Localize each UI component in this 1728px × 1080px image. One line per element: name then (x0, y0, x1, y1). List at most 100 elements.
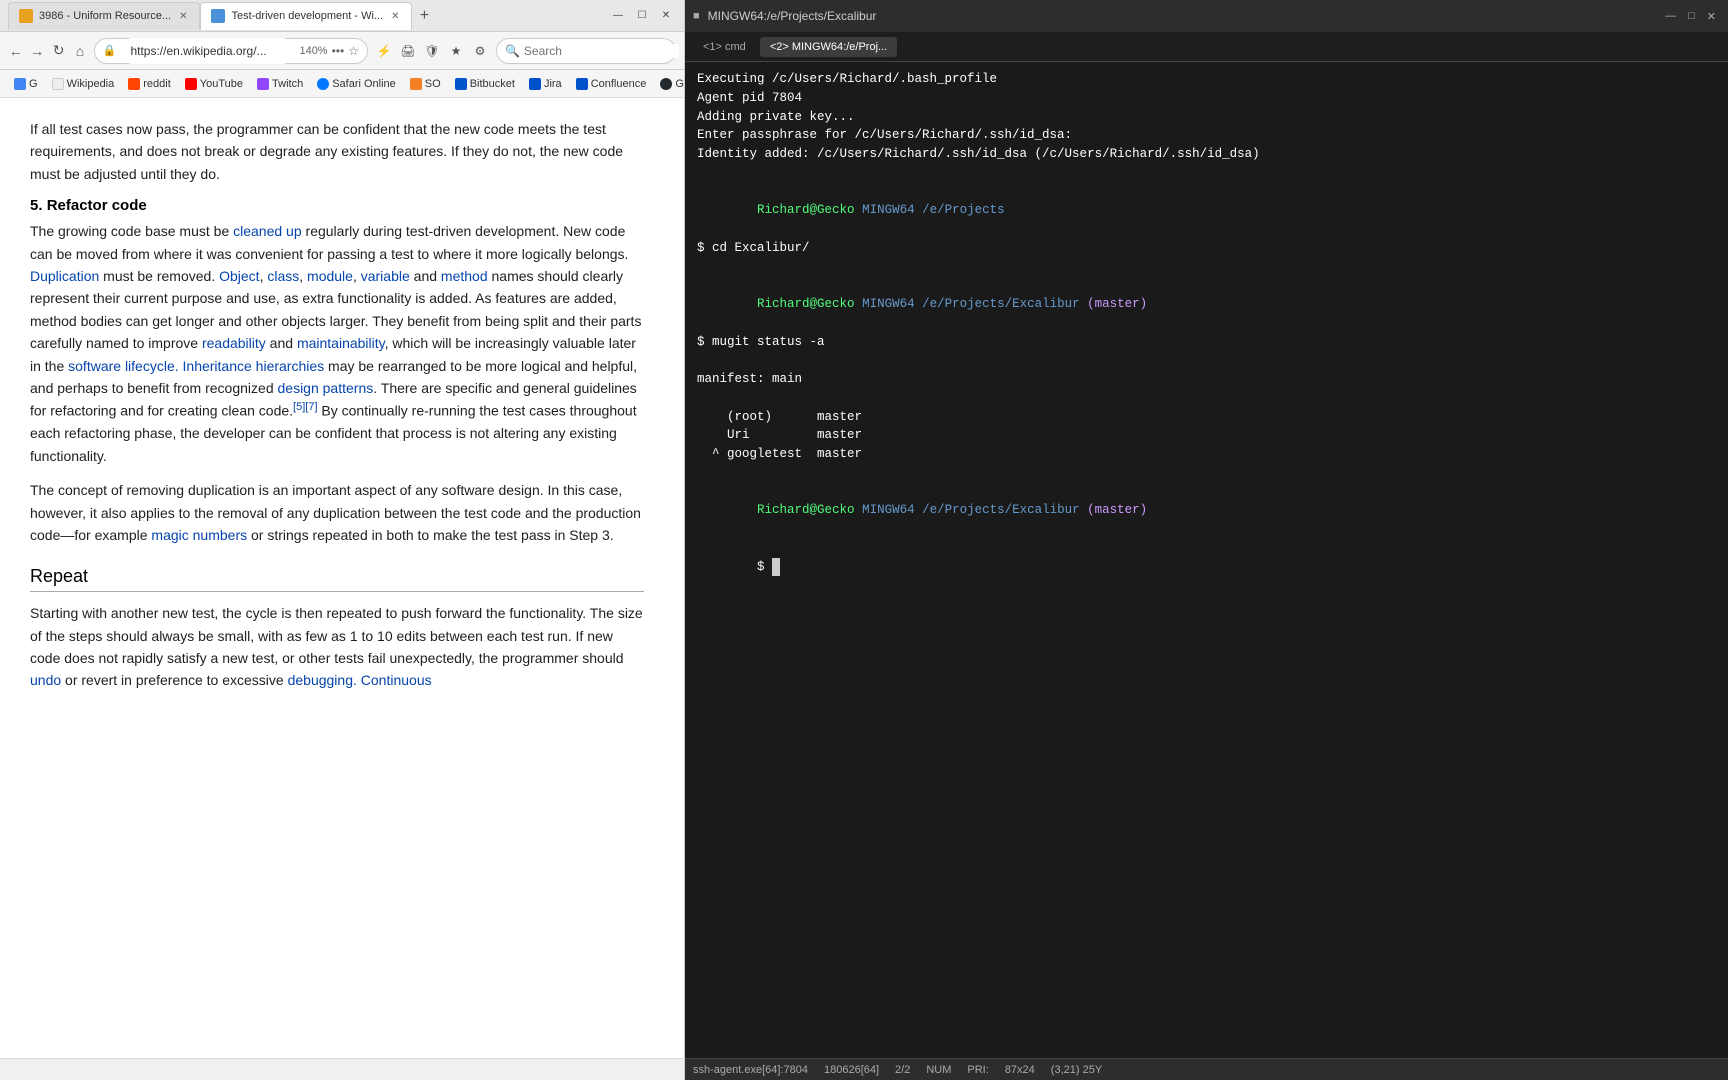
term-tab-mingw-label: <2> MINGW64:/e/Proj... (770, 41, 887, 53)
bookmark-twitch[interactable]: Twitch (251, 75, 309, 93)
link-duplication[interactable]: Duplication (30, 268, 99, 284)
term-tab-cmd-label: <1> cmd (703, 41, 746, 53)
bookmark-google[interactable]: G (8, 75, 44, 93)
link-cleaned-up[interactable]: cleaned up (233, 223, 302, 239)
bookmark-icon[interactable]: ☆ (348, 44, 359, 58)
link-object[interactable]: Object (219, 268, 259, 284)
address-bar-container[interactable]: 🔒 140% ••• ☆ (94, 38, 368, 64)
link-maintainability[interactable]: maintainability (297, 335, 385, 351)
more-icon[interactable]: ••• (332, 44, 345, 58)
term-prompt-2: Richard@Gecko MINGW64 /e/Projects/Excali… (697, 276, 1716, 332)
terminal-title-text: MINGW64:/e/Projects/Excalibur (708, 9, 1653, 23)
bookmark-youtube[interactable]: YouTube (179, 75, 249, 93)
refresh-button[interactable]: ↻ (51, 39, 66, 63)
status-agent: ssh-agent.exe[64]:7804 (693, 1064, 808, 1076)
close-button[interactable]: ✕ (656, 6, 676, 26)
tab-title-1: 3986 - Uniform Resource... (39, 10, 171, 22)
section-5: 5. Refactor code The growing code base m… (30, 197, 644, 546)
link-variable[interactable]: variable (361, 268, 410, 284)
term-line-5: Identity added: /c/Users/Richard/.ssh/id… (697, 145, 1716, 164)
term-tab-mingw[interactable]: <2> MINGW64:/e/Proj... (760, 37, 897, 57)
tab-close-2[interactable]: ✕ (389, 9, 401, 24)
link-continuous[interactable]: Continuous (361, 672, 432, 688)
term-status-googletest: ^ googletest master (697, 445, 1716, 464)
term-close[interactable]: ✕ (1703, 8, 1720, 25)
term-manifest: manifest: main (697, 370, 1716, 389)
link-undo[interactable]: undo (30, 672, 61, 688)
section5-para2: The concept of removing duplication is a… (30, 479, 644, 546)
term-icon: ■ (693, 10, 700, 22)
forward-button[interactable]: → (29, 39, 44, 63)
status-session: 2/2 (895, 1064, 910, 1076)
term-line-blank4 (697, 389, 1716, 408)
safari-label: Safari Online (332, 78, 396, 90)
bookmark-github[interactable]: GitHub (654, 75, 684, 93)
star-icon[interactable]: ★ (446, 41, 466, 61)
term-prompt-3: Richard@Gecko MINGW64 /e/Projects/Excali… (697, 483, 1716, 539)
bookmark-wikipedia[interactable]: Wikipedia (46, 75, 121, 93)
title-bar: 3986 - Uniform Resource... ✕ Test-driven… (0, 0, 684, 32)
github-icon[interactable]: ⚙ (470, 41, 490, 61)
term-status-uri: Uri master (697, 426, 1716, 445)
term-input-line[interactable]: $ (697, 539, 1716, 595)
content-area[interactable]: If all test cases now pass, the programm… (0, 98, 684, 1058)
tab-tdd[interactable]: Test-driven development - Wi... ✕ (200, 2, 412, 30)
terminal-body[interactable]: Executing /c/Users/Richard/.bash_profile… (685, 62, 1728, 1058)
bookmark-jira[interactable]: Jira (523, 75, 568, 93)
link-software-lifecycle[interactable]: software lifecycle. (68, 358, 178, 374)
term-tab-cmd[interactable]: <1> cmd (693, 37, 756, 57)
term-line-1: Executing /c/Users/Richard/.bash_profile (697, 70, 1716, 89)
bookmark-bitbucket[interactable]: Bitbucket (449, 75, 521, 93)
bookmark-safari[interactable]: Safari Online (311, 75, 402, 93)
url-input[interactable] (120, 38, 295, 64)
bookmark-so[interactable]: SO (404, 75, 447, 93)
address-bar: ← → ↻ ⌂ 🔒 140% ••• ☆ ⚡ 🖨 🛡 ★ ⚙ 🔍 (0, 32, 684, 70)
so-favicon (410, 78, 422, 90)
ref-7[interactable]: [7] (305, 401, 317, 413)
link-magic-numbers[interactable]: magic numbers (151, 527, 247, 543)
shield-icon[interactable]: 🛡 (422, 41, 442, 61)
tab-close-1[interactable]: ✕ (177, 9, 189, 24)
jira-label: Jira (544, 78, 562, 90)
link-debugging[interactable]: debugging. (288, 672, 357, 688)
term-status-root: (root) master (697, 408, 1716, 427)
tabs-container: 3986 - Uniform Resource... ✕ Test-driven… (8, 2, 436, 30)
home-button[interactable]: ⌂ (72, 39, 87, 63)
link-module[interactable]: module (307, 268, 353, 284)
right-search-container[interactable]: 🔍 (496, 38, 676, 64)
google-favicon (14, 78, 26, 90)
zoom-level: 140% (299, 45, 327, 57)
status-pri: PRI: (967, 1064, 988, 1076)
wikipedia-favicon (52, 78, 64, 90)
terminal-title-bar: ■ MINGW64:/e/Projects/Excalibur — □ ✕ (685, 0, 1728, 32)
minimize-button[interactable]: — (608, 6, 628, 26)
terminal-status-bar: ssh-agent.exe[64]:7804 180626[64] 2/2 NU… (685, 1058, 1728, 1080)
bookmark-confluence[interactable]: Confluence (570, 75, 653, 93)
twitch-favicon (257, 78, 269, 90)
browser-status-bar (0, 1058, 684, 1080)
repeat-para: Starting with another new test, the cycl… (30, 602, 644, 692)
bookmark-reddit[interactable]: reddit (122, 75, 177, 93)
term-cursor (772, 558, 780, 577)
link-inheritance[interactable]: Inheritance hierarchies (183, 358, 325, 374)
link-design-patterns[interactable]: design patterns (278, 380, 374, 396)
search-input-right[interactable] (524, 44, 679, 58)
maximize-button[interactable]: ☐ (632, 6, 652, 26)
so-label: SO (425, 78, 441, 90)
tab-rfc3986[interactable]: 3986 - Uniform Resource... ✕ (8, 2, 200, 30)
link-class[interactable]: class (267, 268, 299, 284)
term-maximize[interactable]: □ (1684, 8, 1699, 25)
status-pos: (3,21) 25Y (1051, 1064, 1102, 1076)
term-minimize[interactable]: — (1661, 8, 1680, 25)
link-method[interactable]: method (441, 268, 488, 284)
back-button[interactable]: ← (8, 39, 23, 63)
ref-5[interactable]: [5] (293, 401, 305, 413)
link-readability[interactable]: readability (202, 335, 266, 351)
new-tab-button[interactable]: + (412, 4, 436, 28)
print-icon[interactable]: 🖨 (398, 41, 418, 61)
status-pid: 180626[64] (824, 1064, 879, 1076)
term-prompt-1: Richard@Gecko MINGW64 /e/Projects (697, 183, 1716, 239)
term-line-blank2 (697, 258, 1716, 277)
confluence-favicon (576, 78, 588, 90)
extensions-icon[interactable]: ⚡ (374, 41, 394, 61)
